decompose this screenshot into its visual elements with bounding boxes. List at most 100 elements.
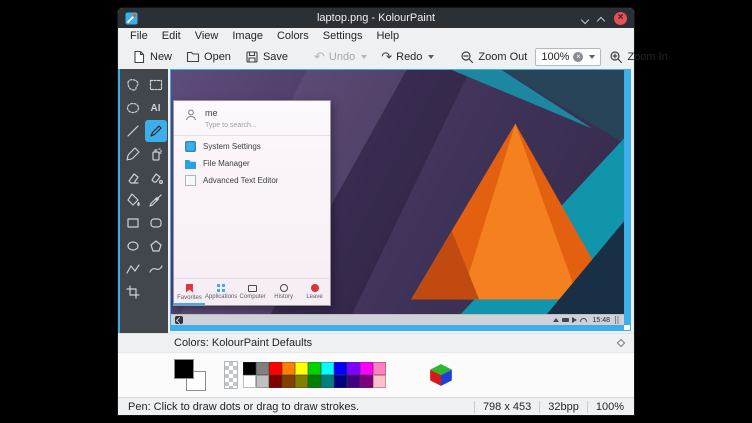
line-tool-icon (125, 123, 141, 139)
color-similarity-cube[interactable] (428, 362, 454, 388)
launcher-tab-history: History (268, 279, 299, 305)
redo-button[interactable]: ↷ Redo (375, 48, 440, 65)
horizontal-scrollbar[interactable] (171, 325, 624, 330)
tool-box: AI (120, 69, 168, 333)
tool-rectangular-selection[interactable] (145, 74, 167, 96)
menu-image[interactable]: Image (225, 30, 270, 42)
tool-zoom[interactable] (122, 281, 144, 303)
zoom-combobox[interactable]: 100% × (535, 48, 601, 66)
minimize-button[interactable] (582, 9, 589, 27)
zoom-in-button[interactable]: Zoom In (603, 48, 673, 66)
tool-spraycan[interactable] (145, 143, 167, 165)
palette-swatch[interactable] (360, 362, 373, 375)
palette-swatch[interactable] (295, 375, 308, 388)
tool-polygon[interactable] (145, 235, 167, 257)
menu-colors[interactable]: Colors (270, 30, 316, 42)
maximize-icon (598, 15, 605, 22)
palette-swatch[interactable] (334, 375, 347, 388)
status-message: Pen: Click to draw dots or drag to draw … (128, 401, 466, 413)
launcher-search-placeholder: Type to search... (205, 122, 257, 129)
flood-fill-tool-icon (125, 192, 141, 208)
palette-swatch[interactable] (256, 362, 269, 375)
palette-swatch[interactable] (243, 375, 256, 388)
canvas[interactable]: me Type to search... System Settings (170, 69, 631, 331)
tool-elliptical-selection[interactable] (122, 97, 144, 119)
tool-flood-fill[interactable] (122, 189, 144, 211)
titlebar[interactable]: laptop.png - KolourPaint × (118, 8, 634, 28)
zoom-in-icon (609, 50, 623, 64)
app-icon (125, 12, 138, 25)
palette-swatch[interactable] (360, 375, 373, 388)
palette-swatch[interactable] (373, 375, 386, 388)
tool-color-eraser[interactable] (145, 166, 167, 188)
palette-swatch[interactable] (334, 362, 347, 375)
image-dimensions: 798 x 453 (483, 401, 531, 413)
colors-panel-title: Colors: KolourPaint Defaults (174, 337, 312, 349)
app-launcher-menu: me Type to search... System Settings (173, 100, 331, 306)
palette-swatch[interactable] (347, 375, 360, 388)
palette-swatch[interactable] (256, 375, 269, 388)
zoom-out-button[interactable]: Zoom Out (454, 48, 533, 66)
file-manager-icon (185, 158, 196, 169)
clear-icon[interactable]: × (573, 52, 583, 62)
palette-swatch[interactable] (321, 375, 334, 388)
tool-ellipse[interactable] (122, 235, 144, 257)
tool-curve[interactable] (145, 258, 167, 280)
computer-icon (248, 285, 257, 292)
palette-swatch[interactable] (243, 362, 256, 375)
canvas-image: me Type to search... System Settings (171, 70, 624, 325)
eraser-tool-icon (125, 169, 141, 185)
panel-toggle-icon[interactable] (617, 339, 625, 347)
palette-swatch[interactable] (269, 375, 282, 388)
tool-rectangle[interactable] (122, 212, 144, 234)
rectangular-selection-icon (148, 77, 164, 93)
curve-tool-icon (148, 261, 164, 277)
foreground-color-swatch[interactable] (174, 359, 194, 379)
new-button[interactable]: New (126, 48, 178, 66)
palette-swatch[interactable] (373, 362, 386, 375)
tool-eraser[interactable] (122, 166, 144, 188)
color-depth: 32bpp (548, 401, 579, 413)
tool-brush[interactable] (122, 143, 144, 165)
main-toolbar: New Open Save ↶ Undo ↷ (118, 44, 634, 69)
tool-pen[interactable] (145, 120, 167, 142)
palette-swatch[interactable] (295, 362, 308, 375)
vertical-scrollbar[interactable] (624, 70, 630, 325)
brush-tool-icon (125, 146, 141, 162)
combo-dropdown-icon[interactable] (589, 55, 595, 59)
menu-file[interactable]: File (123, 30, 155, 42)
palette-swatch[interactable] (308, 362, 321, 375)
foreground-background-swatch[interactable] (172, 357, 208, 393)
palette-swatch[interactable] (321, 362, 334, 375)
statusbar: Pen: Click to draw dots or drag to draw … (118, 397, 634, 415)
polygon-tool-icon (148, 238, 164, 254)
tool-connected-lines[interactable] (122, 258, 144, 280)
maximize-button[interactable] (598, 9, 605, 27)
palette-swatch[interactable] (347, 362, 360, 375)
palette-swatch[interactable] (282, 362, 295, 375)
open-button[interactable]: Open (180, 48, 237, 66)
menu-edit[interactable]: Edit (155, 30, 188, 42)
tool-rounded-rectangle[interactable] (145, 212, 167, 234)
close-button[interactable]: × (614, 12, 627, 25)
transparent-color-swatch[interactable] (224, 361, 238, 389)
undo-button[interactable]: ↶ Undo (308, 48, 373, 65)
menu-help[interactable]: Help (369, 30, 406, 42)
palette-swatch[interactable] (308, 375, 321, 388)
tool-color-picker[interactable] (145, 189, 167, 211)
palette-swatch[interactable] (282, 375, 295, 388)
status-separator (587, 401, 588, 413)
panel-handle-icon (615, 316, 620, 324)
palette-swatch[interactable] (269, 362, 282, 375)
launcher-tab-applications: Applications (205, 279, 237, 305)
launcher-tab-leave: Leave (299, 279, 330, 305)
tool-line[interactable] (122, 120, 144, 142)
tool-free-form-selection[interactable] (122, 74, 144, 96)
menu-view[interactable]: View (188, 30, 226, 42)
menu-settings[interactable]: Settings (316, 30, 370, 42)
desktop-background: laptop.png - KolourPaint × File Edit Vie… (0, 0, 752, 423)
save-button[interactable]: Save (239, 48, 294, 66)
free-form-selection-icon (125, 77, 141, 93)
tool-text[interactable]: AI (145, 97, 167, 119)
applications-icon (217, 284, 225, 292)
